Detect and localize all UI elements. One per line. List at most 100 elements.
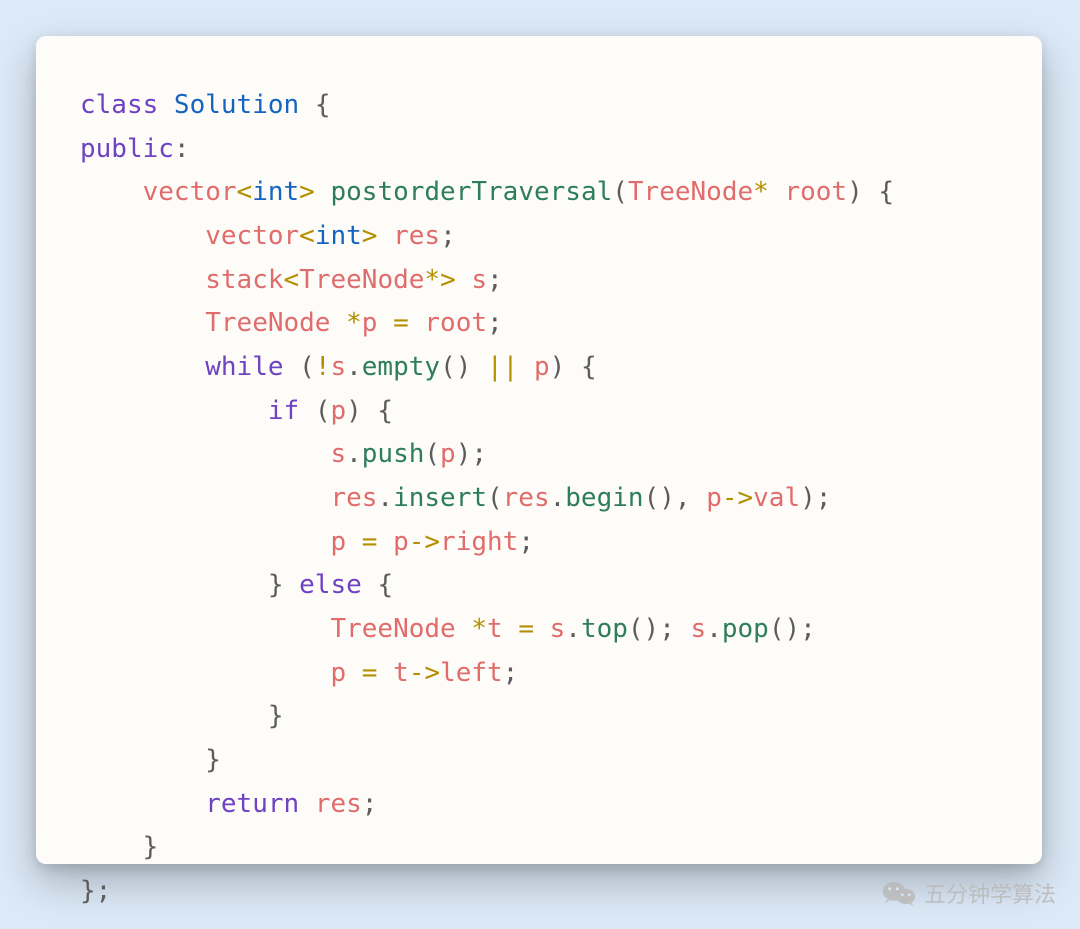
code-token: push bbox=[362, 439, 425, 469]
code-block: class Solution { public: vector<int> pos… bbox=[80, 84, 998, 914]
code-token: = bbox=[393, 308, 409, 338]
code-token bbox=[80, 265, 205, 295]
code-token: insert bbox=[393, 483, 487, 513]
code-token: ; bbox=[518, 527, 534, 557]
code-token: public bbox=[80, 134, 174, 164]
code-token bbox=[80, 745, 205, 775]
code-token: class bbox=[80, 90, 174, 120]
code-token: { bbox=[377, 570, 393, 600]
code-token: < bbox=[284, 265, 300, 295]
code-token bbox=[80, 701, 268, 731]
code-token bbox=[80, 483, 330, 513]
code-token: > bbox=[440, 265, 471, 295]
code-token bbox=[80, 832, 143, 862]
code-token: p bbox=[440, 439, 456, 469]
code-card: class Solution { public: vector<int> pos… bbox=[36, 36, 1042, 864]
code-token: vector bbox=[205, 221, 299, 251]
code-token: } bbox=[268, 570, 299, 600]
code-token: (); bbox=[769, 614, 816, 644]
code-token: vector bbox=[143, 177, 237, 207]
code-token: . bbox=[550, 483, 566, 513]
code-token: || bbox=[487, 352, 518, 382]
code-token: empty bbox=[362, 352, 440, 382]
code-token: ; bbox=[440, 221, 456, 251]
code-token: res bbox=[503, 483, 550, 513]
code-token: p bbox=[330, 396, 346, 426]
code-token: ; bbox=[487, 308, 503, 338]
code-token: else bbox=[299, 570, 377, 600]
code-token: int bbox=[315, 221, 362, 251]
code-token: } bbox=[268, 701, 284, 731]
code-token: pop bbox=[722, 614, 769, 644]
code-token: ; bbox=[487, 265, 503, 295]
code-token: . bbox=[565, 614, 581, 644]
code-token: ( bbox=[424, 439, 440, 469]
code-token: TreeNode bbox=[330, 614, 471, 644]
code-token: < bbox=[237, 177, 253, 207]
page: class Solution { public: vector<int> pos… bbox=[0, 0, 1080, 929]
code-token: = bbox=[362, 527, 378, 557]
code-token: stack bbox=[205, 265, 283, 295]
code-token: right bbox=[440, 527, 518, 557]
code-token: Solution bbox=[174, 90, 315, 120]
code-token: left bbox=[440, 658, 503, 688]
code-token: root bbox=[784, 177, 847, 207]
code-token: * bbox=[424, 265, 440, 295]
code-token: > bbox=[362, 221, 393, 251]
code-token bbox=[80, 177, 143, 207]
code-token: { bbox=[315, 90, 331, 120]
code-token: () bbox=[440, 352, 487, 382]
code-token: ( bbox=[487, 483, 503, 513]
code-token: . bbox=[346, 439, 362, 469]
code-token: p bbox=[330, 658, 361, 688]
code-token: -> bbox=[409, 527, 440, 557]
code-token: }; bbox=[80, 876, 111, 906]
code-token: ) { bbox=[346, 396, 393, 426]
code-token: ); bbox=[800, 483, 831, 513]
code-token: -> bbox=[722, 483, 753, 513]
code-token: s bbox=[534, 614, 565, 644]
code-token: ; bbox=[362, 789, 378, 819]
code-token: res bbox=[315, 789, 362, 819]
code-token: . bbox=[377, 483, 393, 513]
code-token bbox=[80, 352, 205, 382]
code-token: ) { bbox=[550, 352, 597, 382]
code-token: begin bbox=[565, 483, 643, 513]
code-token: res bbox=[393, 221, 440, 251]
code-token: ; bbox=[503, 658, 519, 688]
code-token: < bbox=[299, 221, 315, 251]
code-token: > bbox=[299, 177, 330, 207]
code-token bbox=[80, 308, 205, 338]
code-token: top bbox=[581, 614, 628, 644]
code-token: res bbox=[330, 483, 377, 513]
code-token: ! bbox=[315, 352, 331, 382]
code-token: s bbox=[330, 439, 346, 469]
code-token: s bbox=[471, 265, 487, 295]
code-token: (); bbox=[628, 614, 691, 644]
code-token: ); bbox=[456, 439, 487, 469]
code-token: ( bbox=[612, 177, 628, 207]
code-token: : bbox=[174, 134, 190, 164]
code-token: val bbox=[753, 483, 800, 513]
code-token: (), bbox=[644, 483, 707, 513]
code-token: s bbox=[330, 352, 346, 382]
code-token bbox=[80, 396, 268, 426]
code-token: * bbox=[753, 177, 784, 207]
code-token: } bbox=[143, 832, 159, 862]
code-token: ( bbox=[315, 396, 331, 426]
code-token: . bbox=[706, 614, 722, 644]
code-token: TreeNode bbox=[628, 177, 753, 207]
code-token: ( bbox=[299, 352, 315, 382]
code-token bbox=[80, 221, 205, 251]
code-token bbox=[80, 527, 330, 557]
code-token: t bbox=[487, 614, 518, 644]
code-token: TreeNode bbox=[205, 308, 346, 338]
code-token: postorderTraversal bbox=[330, 177, 612, 207]
code-token bbox=[80, 570, 268, 600]
code-token: ) { bbox=[847, 177, 894, 207]
code-token bbox=[80, 614, 330, 644]
code-token bbox=[80, 658, 330, 688]
code-token: p bbox=[377, 527, 408, 557]
code-token: root bbox=[409, 308, 487, 338]
code-token: int bbox=[252, 177, 299, 207]
